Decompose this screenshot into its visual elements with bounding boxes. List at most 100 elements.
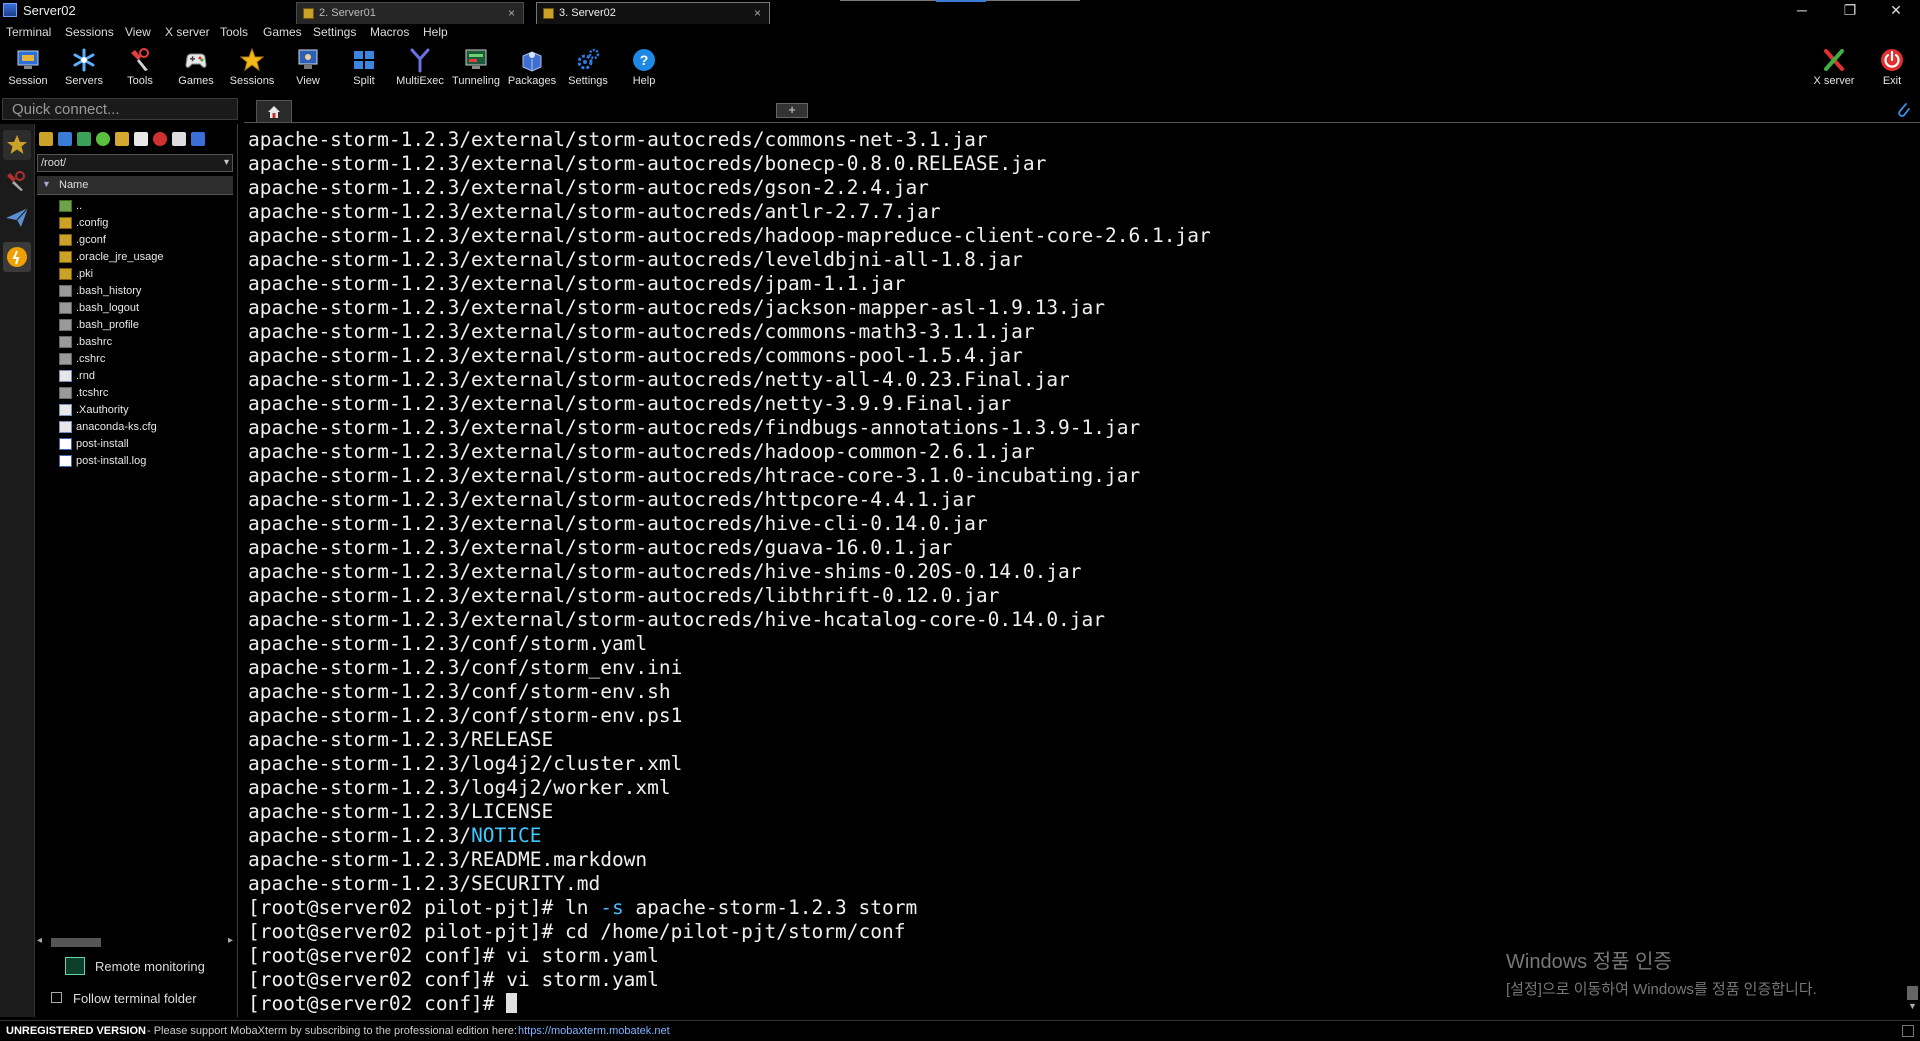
home-tab[interactable] — [256, 100, 292, 122]
file-row[interactable]: .config — [35, 215, 237, 232]
file-row[interactable]: .tcshrc — [35, 385, 237, 402]
scrollbar-thumb[interactable] — [1907, 986, 1918, 1000]
file-row[interactable]: .oracle_jre_usage — [35, 249, 237, 266]
rename-icon[interactable] — [172, 132, 186, 146]
file-row[interactable]: .rnd — [35, 368, 237, 385]
parent-folder-icon[interactable] — [39, 132, 53, 146]
subscription-link[interactable]: https://mobaxterm.mobatek.net — [518, 1025, 670, 1037]
resize-grip-icon[interactable] — [1902, 1025, 1914, 1037]
tab-server02[interactable]: 3. Server02 × — [536, 2, 770, 24]
menu-terminal[interactable]: Terminal — [6, 25, 51, 39]
terminal-line-text: apache-storm-1.2.3/external/storm-autocr… — [248, 176, 929, 199]
tools-button[interactable]: Tools — [113, 44, 167, 92]
terminal-line-text: apache-storm-1.2.3/conf/storm.yaml — [248, 632, 648, 655]
path-dropdown[interactable]: /root/ ▾ — [37, 154, 233, 172]
split-button[interactable]: Split — [337, 44, 391, 92]
menu-help[interactable]: Help — [423, 25, 448, 39]
file-row[interactable]: .cshrc — [35, 351, 237, 368]
column-header-name[interactable]: ▼ Name — [37, 176, 233, 195]
sidebar-tab-sftp[interactable] — [3, 202, 31, 232]
file-icon — [59, 336, 72, 348]
new-folder-icon[interactable] — [115, 132, 129, 146]
tab-close-icon[interactable]: × — [754, 6, 761, 20]
file-row[interactable]: post-install — [35, 436, 237, 453]
sidebar-tab-sessions[interactable] — [3, 130, 31, 160]
sidebar-tab-macros[interactable] — [3, 242, 31, 272]
terminal-line-text: [root@server02 conf]# vi storm.yaml — [248, 944, 659, 967]
permissions-icon[interactable] — [191, 132, 205, 146]
menu-settings[interactable]: Settings — [313, 25, 356, 39]
settings-button[interactable]: Settings — [561, 44, 615, 92]
file-row[interactable]: .bash_profile — [35, 317, 237, 334]
file-list-horizontal-scrollbar[interactable]: ◂ ▸ — [37, 935, 233, 949]
x-server-button[interactable]: X server — [1807, 44, 1861, 92]
exit-button[interactable]: Exit — [1865, 44, 1919, 92]
terminal-line: apache-storm-1.2.3/external/storm-autocr… — [248, 608, 1211, 632]
terminal-line-text: apache-storm-1.2.3/ — [248, 824, 472, 847]
session-button[interactable]: Session — [1, 44, 55, 92]
terminal-line-text: apache-storm-1.2.3/RELEASE — [248, 728, 554, 751]
file-row[interactable]: .bashrc — [35, 334, 237, 351]
restore-button[interactable]: ❐ — [1828, 0, 1872, 22]
scroll-left-icon[interactable]: ◂ — [37, 935, 42, 946]
file-row[interactable]: anaconda-ks.cfg — [35, 419, 237, 436]
terminal-pane[interactable]: apache-storm-1.2.3/external/storm-autocr… — [240, 124, 1905, 1017]
menu-tools[interactable]: Tools — [220, 25, 248, 39]
tab-close-icon[interactable]: × — [508, 6, 515, 20]
terminal-line-text: apache-storm-1.2.3/log4j2/worker.xml — [248, 776, 671, 799]
mobaxterm-app-icon — [3, 3, 17, 17]
scrollbar-thumb[interactable] — [51, 938, 101, 947]
close-window-button[interactable]: ✕ — [1874, 0, 1918, 22]
upload-icon[interactable] — [77, 132, 91, 146]
terminal-line: apache-storm-1.2.3/external/storm-autocr… — [248, 416, 1211, 440]
file-row[interactable]: post-install.log — [35, 453, 237, 470]
file-row[interactable]: .bash_logout — [35, 300, 237, 317]
menu-macros[interactable]: Macros — [370, 25, 409, 39]
terminal-line: apache-storm-1.2.3/external/storm-autocr… — [248, 248, 1211, 272]
file-icon — [59, 353, 72, 365]
terminal-line: apache-storm-1.2.3/external/storm-autocr… — [248, 560, 1211, 584]
file-row[interactable]: .Xauthority — [35, 402, 237, 419]
menu-sessions[interactable]: Sessions — [65, 25, 114, 39]
new-file-icon[interactable] — [134, 132, 148, 146]
unregistered-label: UNREGISTERED VERSION — [6, 1025, 146, 1037]
terminal-vertical-scrollbar[interactable]: ▼ — [1905, 124, 1920, 1017]
new-tab-button[interactable]: + — [776, 103, 808, 118]
macro-clock-icon — [7, 247, 27, 267]
paperclip-icon[interactable] — [1895, 101, 1911, 119]
download-icon[interactable] — [58, 132, 72, 146]
scroll-down-icon[interactable]: ▼ — [1908, 1001, 1917, 1011]
menu-x-server[interactable]: X server — [165, 25, 210, 39]
sidebar-tab-tools[interactable] — [3, 166, 31, 196]
sessions-button[interactable]: Sessions — [225, 44, 279, 92]
checkbox-box[interactable] — [51, 992, 62, 1003]
servers-button[interactable]: Servers — [57, 44, 111, 92]
terminal-line: apache-storm-1.2.3/external/storm-autocr… — [248, 176, 1211, 200]
quick-connect-input[interactable] — [2, 98, 238, 120]
file-row[interactable]: .bash_history — [35, 283, 237, 300]
tunneling-button[interactable]: Tunneling — [449, 44, 503, 92]
help-button[interactable]: ? Help — [617, 44, 671, 92]
packages-button[interactable]: Packages — [505, 44, 559, 92]
file-row[interactable]: .. — [35, 198, 237, 215]
view-button[interactable]: View — [281, 44, 335, 92]
terminal-line: apache-storm-1.2.3/external/storm-autocr… — [248, 224, 1211, 248]
file-icon — [59, 285, 72, 297]
scroll-right-icon[interactable]: ▸ — [228, 935, 233, 946]
delete-icon[interactable] — [153, 132, 167, 146]
games-button[interactable]: Games — [169, 44, 223, 92]
file-row[interactable]: .gconf — [35, 232, 237, 249]
terminal-line: apache-storm-1.2.3/conf/storm-env.sh — [248, 680, 1211, 704]
tab-server01[interactable]: 2. Server01 × — [296, 2, 524, 24]
refresh-icon[interactable] — [96, 132, 110, 146]
file-row[interactable]: .pki — [35, 266, 237, 283]
menu-games[interactable]: Games — [263, 25, 302, 39]
minimize-button[interactable]: ─ — [1780, 0, 1824, 22]
status-bar: UNREGISTERED VERSION - Please support Mo… — [0, 1020, 1920, 1041]
terminal-line: apache-storm-1.2.3/conf/storm_env.ini — [248, 656, 1211, 680]
watermark-subtitle: [설정]으로 이동하여 Windows를 정품 인증합니다. — [1506, 981, 1817, 998]
multiexec-button[interactable]: MultiExec — [393, 44, 447, 92]
terminal-line-text: apache-storm-1.2.3/external/storm-autocr… — [248, 536, 953, 559]
menu-view[interactable]: View — [125, 25, 151, 39]
main-toolbar: Session Servers Tools Games Sessions Vie… — [0, 42, 1920, 92]
